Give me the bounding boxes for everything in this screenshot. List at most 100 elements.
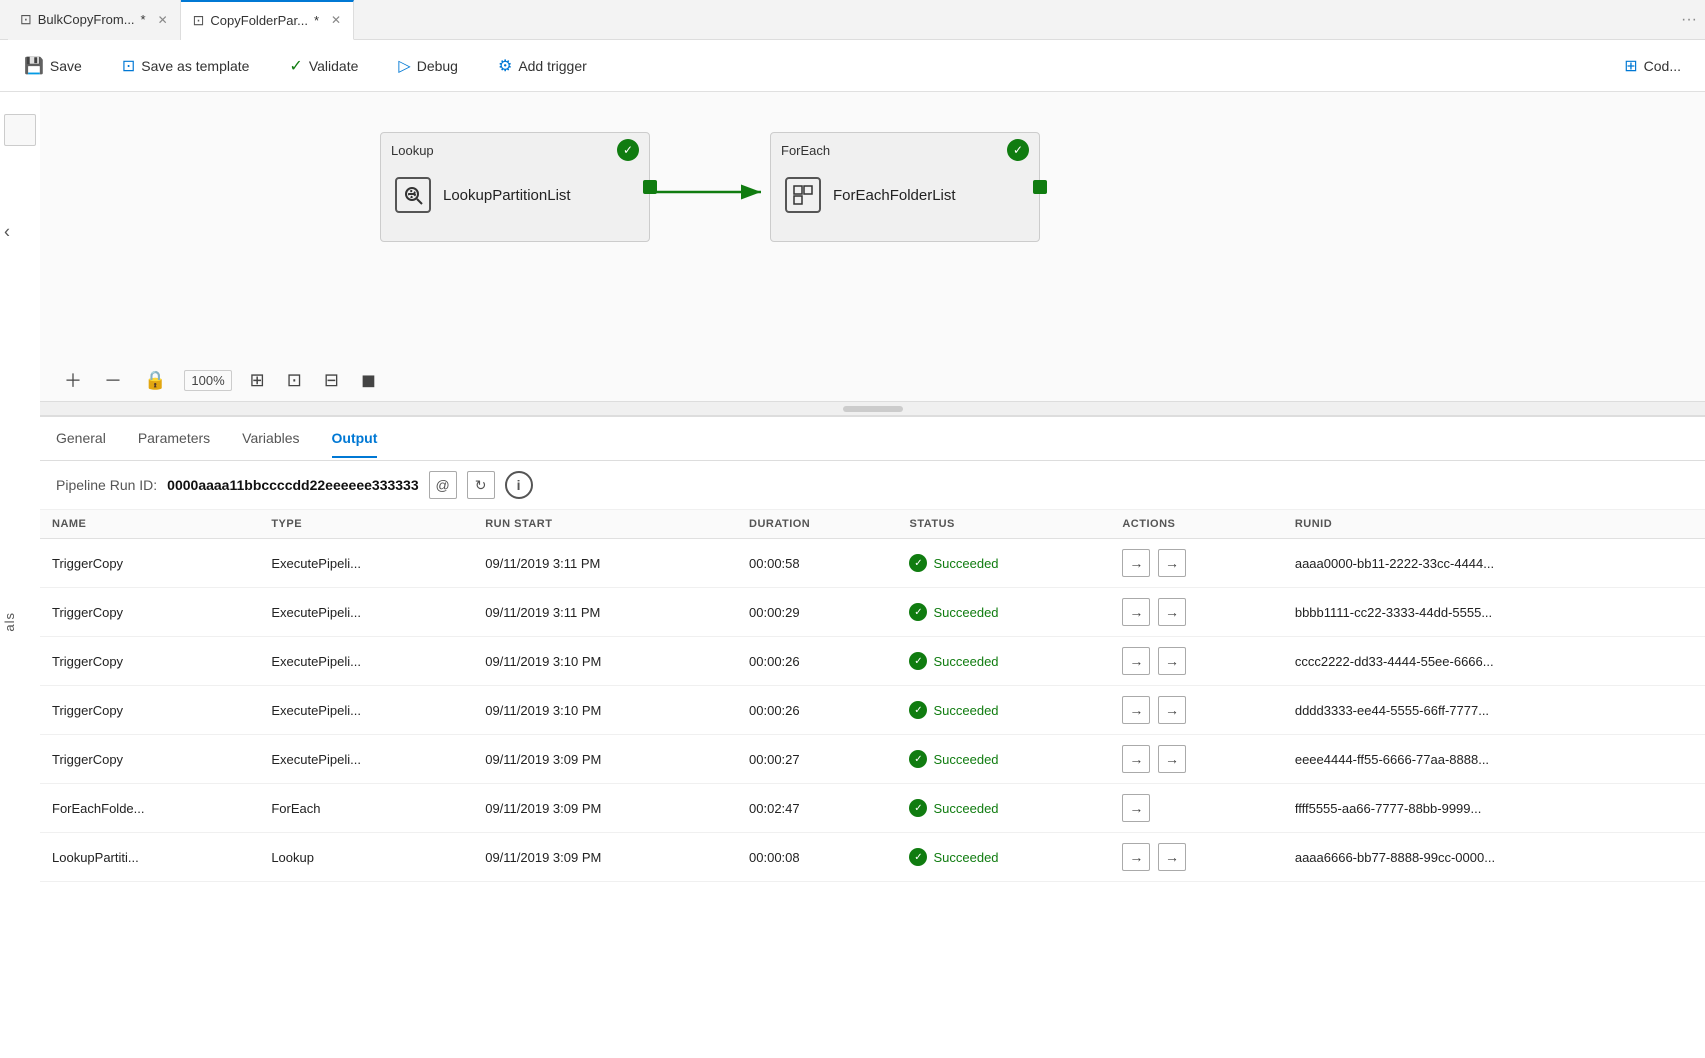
tab-modified-copyfolder: * xyxy=(314,13,319,28)
output-table-container: NAME TYPE RUN START DURATION STATUS ACTI… xyxy=(40,510,1705,1043)
action-link-btn[interactable]: → xyxy=(1158,647,1186,675)
save-button[interactable]: 💾 Save xyxy=(16,52,90,80)
cell-name: TriggerCopy xyxy=(40,686,259,735)
panel-tabs: General Parameters Variables Output xyxy=(40,417,1705,461)
run-id-row: Pipeline Run ID: 0000aaaa11bbccccdd22eee… xyxy=(40,461,1705,510)
lookup-node-header: Lookup ✓ xyxy=(381,133,649,167)
action-navigate-btn[interactable]: → xyxy=(1122,549,1150,577)
cell-actions: → → xyxy=(1110,637,1283,686)
tab-label-copyfolder: CopyFolderPar... xyxy=(210,13,308,28)
tab-bulkcopy[interactable]: ⊡ BulkCopyFrom... * ✕ xyxy=(8,0,181,40)
add-trigger-button[interactable]: ⚙ Add trigger xyxy=(490,52,595,80)
canvas-toolbar: ＋ － 🔒 100% ⊞ ⊡ ⊟ ◼ xyxy=(60,363,380,397)
arrow-connector xyxy=(656,177,776,207)
action-link-btn[interactable]: → xyxy=(1158,745,1186,773)
tab-copyfolder[interactable]: ⊡ CopyFolderPar... * ✕ xyxy=(181,0,354,40)
cell-runid: bbbb1111-cc22-3333-44dd-5555... xyxy=(1283,588,1705,637)
tab-icon-copyfolder: ⊡ xyxy=(193,12,205,29)
action-navigate-btn[interactable]: → xyxy=(1122,794,1150,822)
status-icon: ✓ xyxy=(909,603,927,621)
validate-icon: ✓ xyxy=(289,56,302,76)
cell-runid: ffff5555-aa66-7777-88bb-9999... xyxy=(1283,784,1705,833)
status-icon: ✓ xyxy=(909,750,927,768)
tab-variables[interactable]: Variables xyxy=(242,420,299,458)
action-link-btn[interactable]: → xyxy=(1158,696,1186,724)
status-badge: ✓ Succeeded xyxy=(909,603,998,621)
cell-run-start: 09/11/2019 3:09 PM xyxy=(473,735,737,784)
lookup-node[interactable]: Lookup ✓ LookupPartitionList xyxy=(380,132,650,242)
cell-type: Lookup xyxy=(259,833,473,882)
code-button[interactable]: ⊞ Cod... xyxy=(1616,52,1689,80)
table-row: TriggerCopy ExecutePipeli... 09/11/2019 … xyxy=(40,637,1705,686)
action-navigate-btn[interactable]: → xyxy=(1122,598,1150,626)
status-icon: ✓ xyxy=(909,701,927,719)
cell-name: TriggerCopy xyxy=(40,637,259,686)
cell-actions: → → xyxy=(1110,833,1283,882)
action-navigate-btn[interactable]: → xyxy=(1122,745,1150,773)
code-label: Cod... xyxy=(1644,58,1681,74)
code-icon: ⊞ xyxy=(1624,56,1637,76)
cell-status: ✓ Succeeded xyxy=(897,784,1110,833)
action-link-btn[interactable]: → xyxy=(1158,549,1186,577)
arrange-button[interactable]: ⊟ xyxy=(320,366,343,395)
foreach-success-badge: ✓ xyxy=(1007,139,1029,161)
cell-name: TriggerCopy xyxy=(40,539,259,588)
cell-name: LookupPartiti... xyxy=(40,833,259,882)
cell-status: ✓ Succeeded xyxy=(897,539,1110,588)
cell-runid: eeee4444-ff55-6666-77aa-8888... xyxy=(1283,735,1705,784)
cell-duration: 00:00:29 xyxy=(737,588,897,637)
cell-type: ExecutePipeli... xyxy=(259,637,473,686)
col-name: NAME xyxy=(40,510,259,539)
tab-close-bulkcopy[interactable]: ✕ xyxy=(158,13,168,27)
tab-parameters[interactable]: Parameters xyxy=(138,420,210,458)
lock-button[interactable]: 🔒 xyxy=(140,366,170,395)
layout-button[interactable]: ◼ xyxy=(357,366,380,395)
foreach-node-type: ForEach xyxy=(781,143,830,158)
tab-output[interactable]: Output xyxy=(332,420,378,458)
save-template-button[interactable]: ⊡ Save as template xyxy=(114,52,258,80)
foreach-node[interactable]: ForEach ✓ ForEachFolderList xyxy=(770,132,1040,242)
select-button[interactable]: ⊡ xyxy=(283,366,306,395)
sidebar-label: als xyxy=(2,612,17,632)
debug-button[interactable]: ▷ Debug xyxy=(390,52,466,80)
more-tabs-icon[interactable]: ··· xyxy=(1681,11,1697,29)
foreach-node-body: ForEachFolderList xyxy=(771,167,1039,223)
tab-general[interactable]: General xyxy=(56,420,106,458)
action-navigate-btn[interactable]: → xyxy=(1122,843,1150,871)
cell-run-start: 09/11/2019 3:10 PM xyxy=(473,637,737,686)
status-badge: ✓ Succeeded xyxy=(909,799,998,817)
run-id-info-button[interactable]: i xyxy=(505,471,533,499)
action-link-btn[interactable]: → xyxy=(1158,598,1186,626)
col-type: TYPE xyxy=(259,510,473,539)
run-id-refresh-button[interactable]: ↻ xyxy=(467,471,495,499)
tab-close-copyfolder[interactable]: ✕ xyxy=(331,13,341,27)
canvas-area: Lookup ✓ LookupPartitionList xyxy=(40,92,1705,402)
fit-button[interactable]: ⊞ xyxy=(246,366,269,395)
action-link-btn[interactable]: → xyxy=(1158,843,1186,871)
cell-run-start: 09/11/2019 3:11 PM xyxy=(473,539,737,588)
cell-run-start: 09/11/2019 3:10 PM xyxy=(473,686,737,735)
validate-button[interactable]: ✓ Validate xyxy=(281,52,366,80)
zoom-in-button[interactable]: ＋ xyxy=(60,363,86,397)
zoom-label[interactable]: 100% xyxy=(184,370,231,391)
action-navigate-btn[interactable]: → xyxy=(1122,696,1150,724)
lookup-node-type: Lookup xyxy=(391,143,434,158)
mini-preview[interactable] xyxy=(4,114,36,146)
run-id-copy-button[interactable]: @ xyxy=(429,471,457,499)
toolbar: 💾 Save ⊡ Save as template ✓ Validate ▷ D… xyxy=(0,40,1705,92)
cell-type: ForEach xyxy=(259,784,473,833)
cell-duration: 00:00:08 xyxy=(737,833,897,882)
cell-duration: 00:00:27 xyxy=(737,735,897,784)
collapse-chevron[interactable]: ‹ xyxy=(0,214,14,251)
cell-runid: cccc2222-dd33-4444-55ee-6666... xyxy=(1283,637,1705,686)
cell-type: ExecutePipeli... xyxy=(259,539,473,588)
cell-run-start: 09/11/2019 3:09 PM xyxy=(473,833,737,882)
cell-actions: → → xyxy=(1110,686,1283,735)
cell-status: ✓ Succeeded xyxy=(897,735,1110,784)
panel-divider[interactable] xyxy=(40,402,1705,416)
cell-actions: → → xyxy=(1110,539,1283,588)
foreach-connector-out xyxy=(1033,180,1047,194)
status-icon: ✓ xyxy=(909,554,927,572)
zoom-out-button[interactable]: － xyxy=(100,363,126,397)
action-navigate-btn[interactable]: → xyxy=(1122,647,1150,675)
